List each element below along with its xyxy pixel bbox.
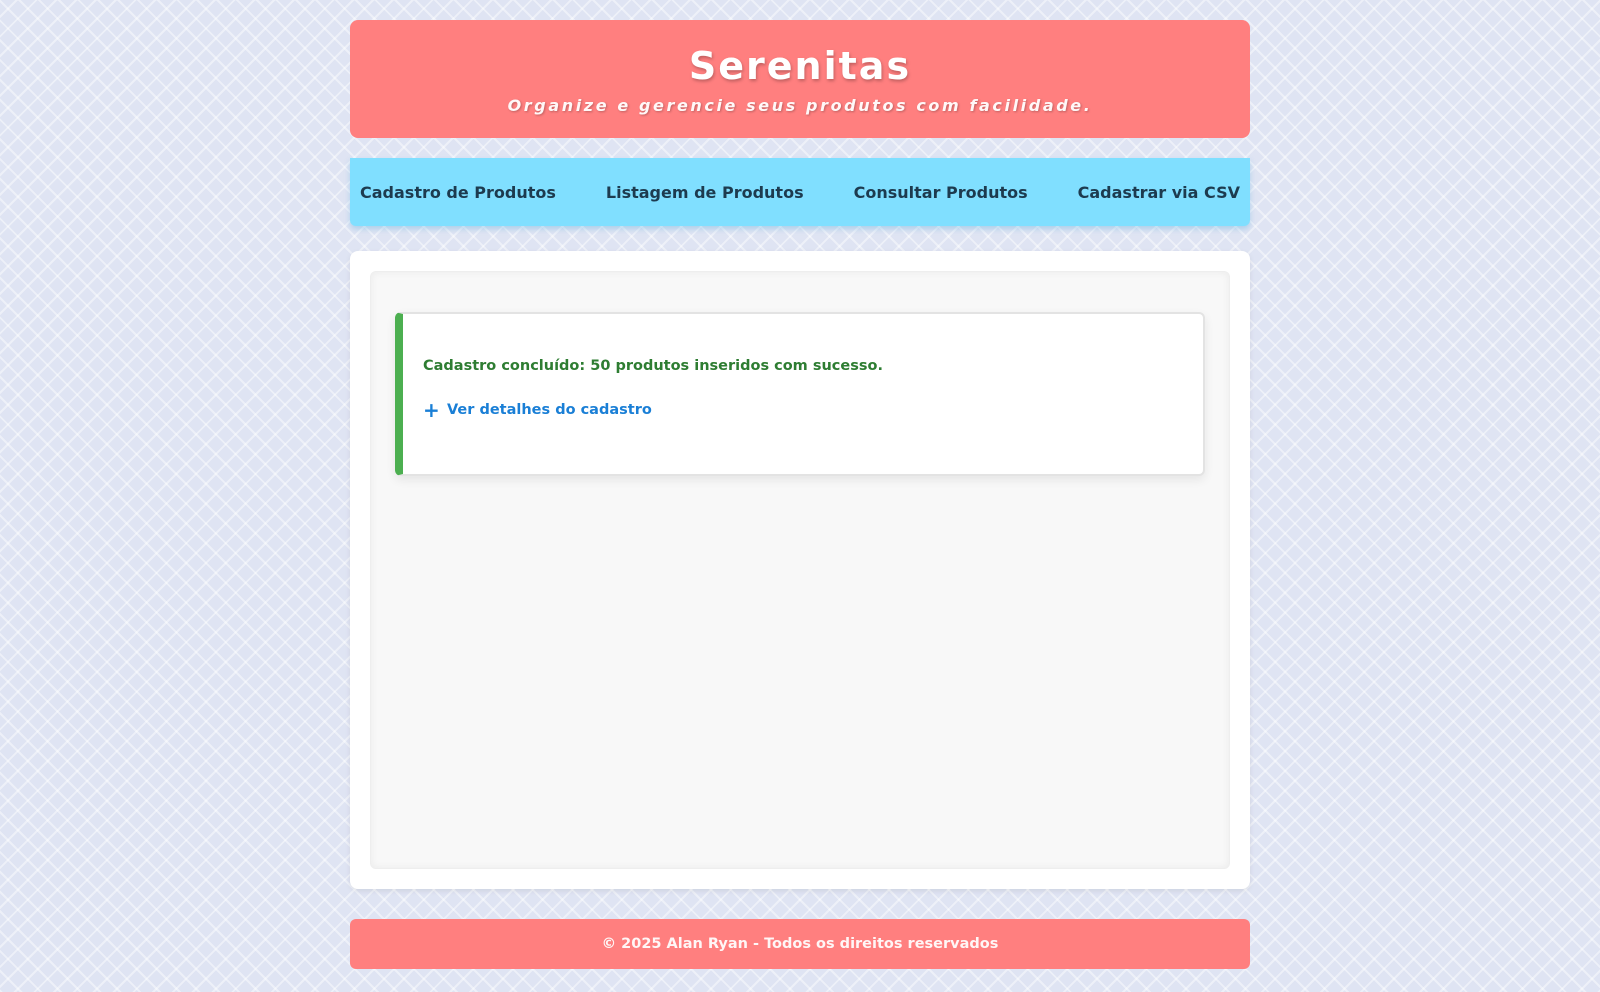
site-header: Serenitas Organize e gerencie seus produ… bbox=[350, 20, 1250, 138]
nav-link-listagem-produtos[interactable]: Listagem de Produtos bbox=[606, 183, 804, 202]
footer-copyright: © 2025 Alan Ryan - Todos os direitos res… bbox=[601, 936, 999, 952]
site-footer: © 2025 Alan Ryan - Todos os direitos res… bbox=[350, 919, 1250, 969]
details-toggle-button[interactable]: + Ver detalhes do cadastro bbox=[423, 400, 1183, 420]
plus-icon: + bbox=[423, 398, 440, 422]
nav-link-cadastrar-csv[interactable]: Cadastrar via CSV bbox=[1078, 183, 1240, 202]
site-title: Serenitas bbox=[688, 44, 912, 88]
nav-link-consultar-produtos[interactable]: Consultar Produtos bbox=[854, 183, 1028, 202]
main-content: Cadastro concluído: 50 produtos inserido… bbox=[350, 251, 1250, 889]
main-nav: Cadastro de Produtos Listagem de Produto… bbox=[350, 158, 1250, 226]
details-toggle-label: Ver detalhes do cadastro bbox=[447, 402, 652, 418]
content-panel: Cadastro concluído: 50 produtos inserido… bbox=[370, 271, 1230, 869]
success-alert: Cadastro concluído: 50 produtos inserido… bbox=[395, 312, 1205, 476]
nav-link-cadastro-produtos[interactable]: Cadastro de Produtos bbox=[360, 183, 556, 202]
site-subtitle: Organize e gerencie seus produtos com fa… bbox=[507, 96, 1093, 115]
success-message: Cadastro concluído: 50 produtos inserido… bbox=[423, 358, 883, 374]
page-wrapper: Serenitas Organize e gerencie seus produ… bbox=[350, 20, 1250, 969]
